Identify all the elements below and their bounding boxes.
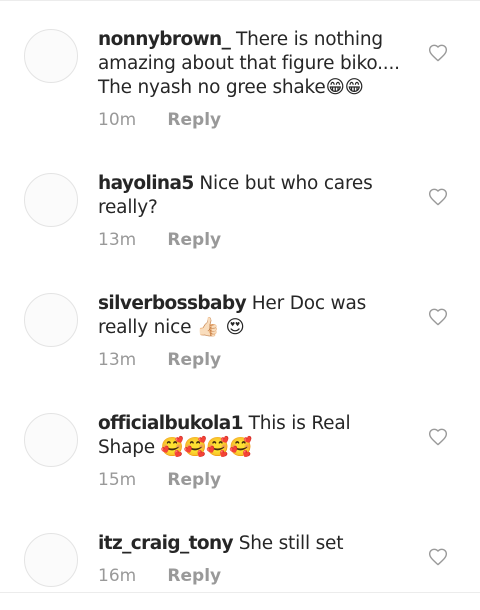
reply-button[interactable]: Reply [167,110,221,130]
comment-meta: 13m Reply [98,349,221,371]
reply-button[interactable]: Reply [167,566,221,586]
heart-outline-icon[interactable] [428,547,448,567]
comment-body: nonnybrown_ There is nothing amazing abo… [98,28,406,100]
comment-body: officialbukola1 This is Real Shape 🥰🥰🥰🥰 [98,412,406,460]
avatar[interactable] [24,293,78,347]
avatar[interactable] [24,173,78,227]
comment-username[interactable]: nonnybrown_ [98,29,231,50]
comment-username[interactable]: officialbukola1 [98,413,244,434]
comment-body: hayolina5 Nice but who cares really? [98,172,406,220]
heart-outline-icon[interactable] [428,43,448,63]
top-divider [0,0,480,1]
comment-username[interactable]: hayolina5 [98,173,194,194]
comment-timestamp: 16m [98,566,137,586]
comment-username[interactable]: silverbossbaby [98,293,247,314]
avatar[interactable] [24,29,78,83]
comment-meta: 10m Reply [98,109,221,131]
comment-meta: 13m Reply [98,229,221,251]
comment-text: She still set [238,533,344,554]
heart-outline-icon[interactable] [428,427,448,447]
avatar[interactable] [24,533,78,587]
comment-body: itz_craig_tony She still set [98,532,406,556]
comment-timestamp: 10m [98,110,137,130]
bottom-divider [0,592,480,593]
reply-button[interactable]: Reply [167,230,221,250]
comment-meta: 16m Reply [98,565,221,587]
comment-timestamp: 15m [98,470,137,490]
reply-button[interactable]: Reply [167,350,221,370]
comment-meta: 15m Reply [98,469,221,491]
reply-button[interactable]: Reply [167,470,221,490]
avatar[interactable] [24,413,78,467]
comment-timestamp: 13m [98,230,137,250]
heart-outline-icon[interactable] [428,187,448,207]
comment-timestamp: 13m [98,350,137,370]
comment-body: silverbossbaby Her Doc was really nice 👍… [98,292,406,340]
heart-outline-icon[interactable] [428,307,448,327]
comment-username[interactable]: itz_craig_tony [98,533,234,554]
